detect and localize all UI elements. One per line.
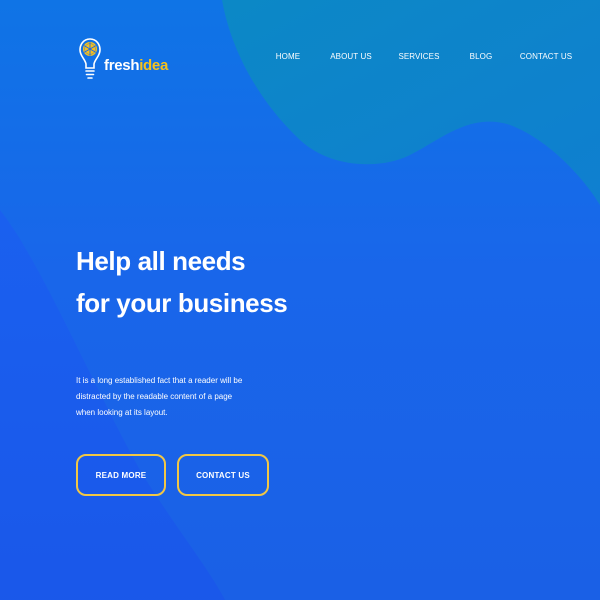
hero-description: It is a long established fact that a rea… <box>76 376 243 417</box>
top-right-blob <box>222 0 600 205</box>
hero-headline: Help all needs for your business <box>76 240 288 324</box>
read-more-button[interactable]: READ MORE <box>76 454 166 496</box>
nav-item-contact-us[interactable]: CONTACT US <box>520 52 572 61</box>
nav-item-services[interactable]: SERVICES <box>398 52 439 61</box>
contact-us-button[interactable]: CONTACT US <box>177 454 269 496</box>
hero-headline-line2: for your business <box>76 288 288 318</box>
hero-headline-line1: Help all needs <box>76 246 246 276</box>
nav-item-home[interactable]: HOME <box>276 52 300 61</box>
main-navigation: HOME ABOUT US SERVICES BLOG CONTACT US <box>0 52 600 68</box>
hero-section: freshidea HOME ABOUT US SERVICES BLOG CO… <box>0 0 600 600</box>
nav-item-blog[interactable]: BLOG <box>470 52 493 61</box>
nav-item-about-us[interactable]: ABOUT US <box>330 52 372 61</box>
